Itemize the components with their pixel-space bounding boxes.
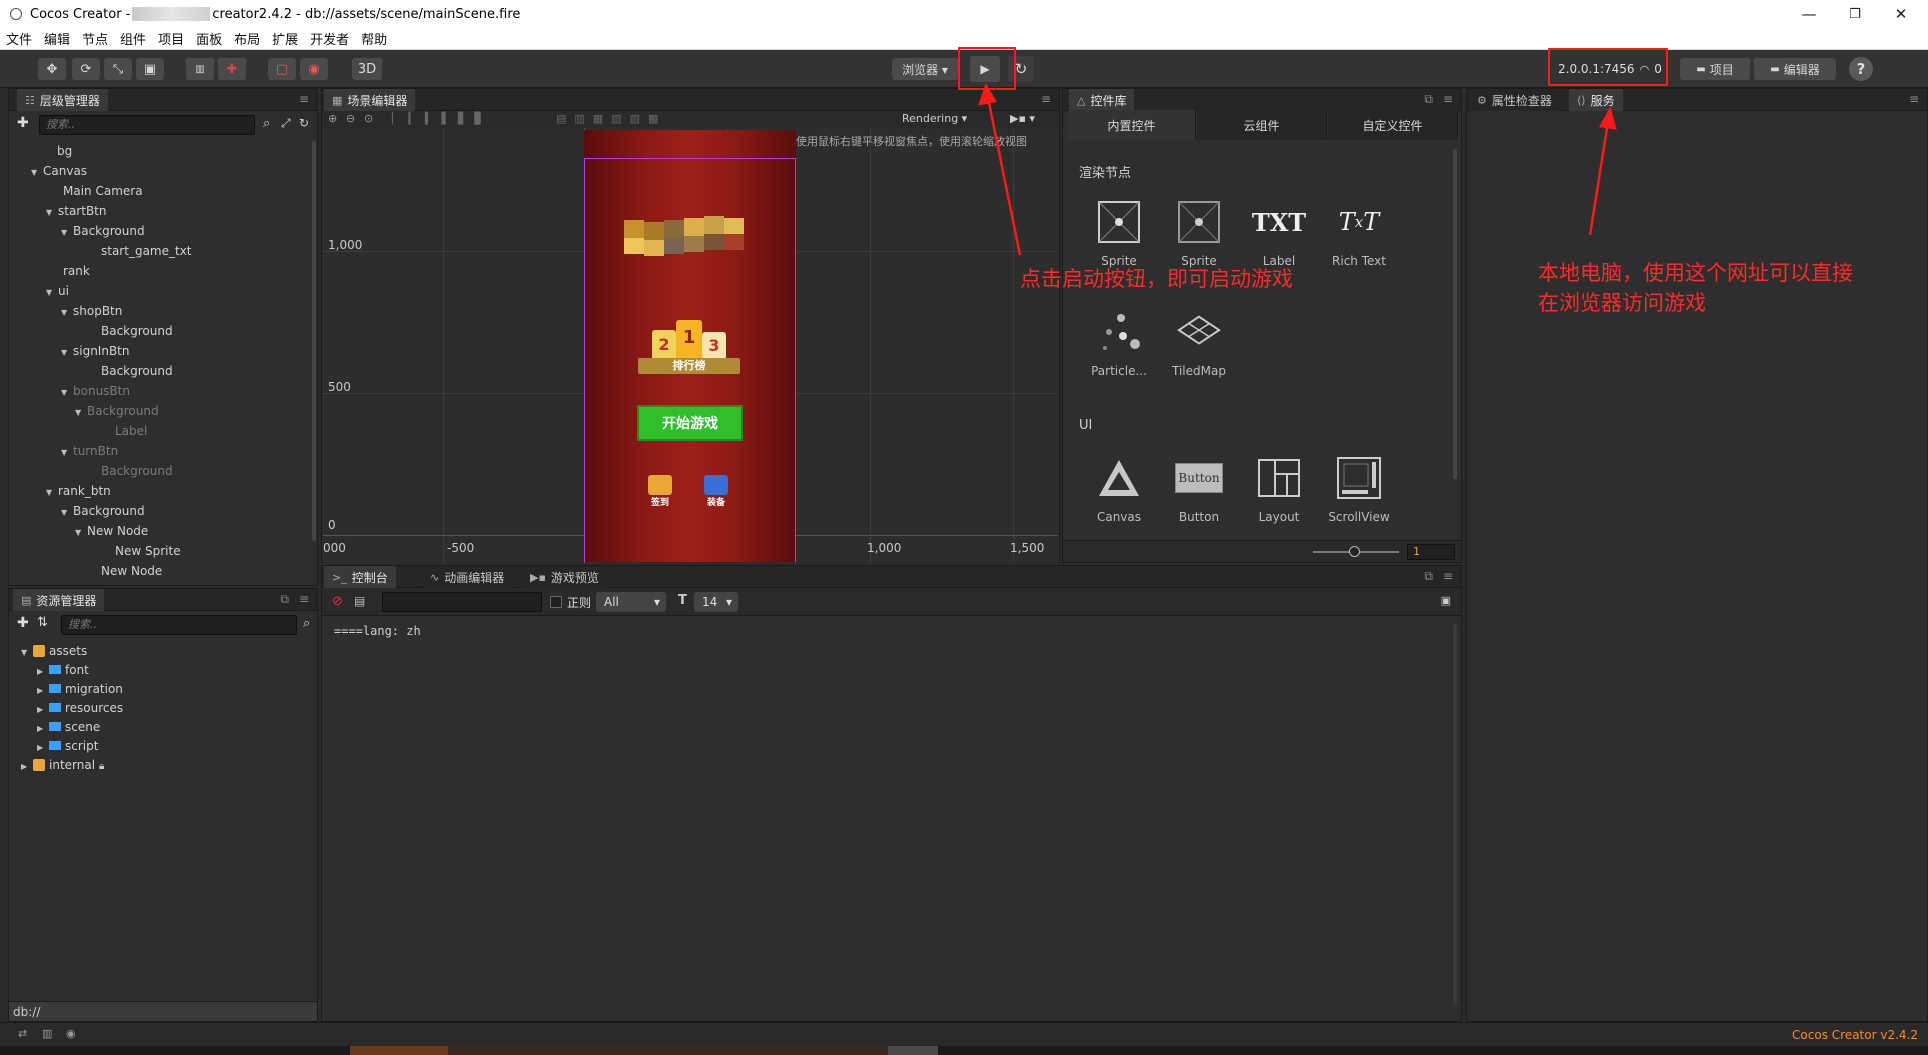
annotation-arrowhead-url: [1599, 106, 1617, 130]
annotation-arrow-url: [1588, 121, 1610, 236]
annotation-arrows: [978, 83, 1617, 256]
annotation-url-hint-2: 在浏览器访问游戏: [1538, 291, 1706, 315]
annotation-arrowhead-play: [978, 83, 997, 106]
annotation-url-hint-1: 本地电脑，使用这个网址可以直接: [1538, 261, 1853, 285]
annotation-arrow-play: [986, 97, 1022, 256]
annotation-play-hint: 点击启动按钮，即可启动游戏: [1020, 267, 1293, 291]
